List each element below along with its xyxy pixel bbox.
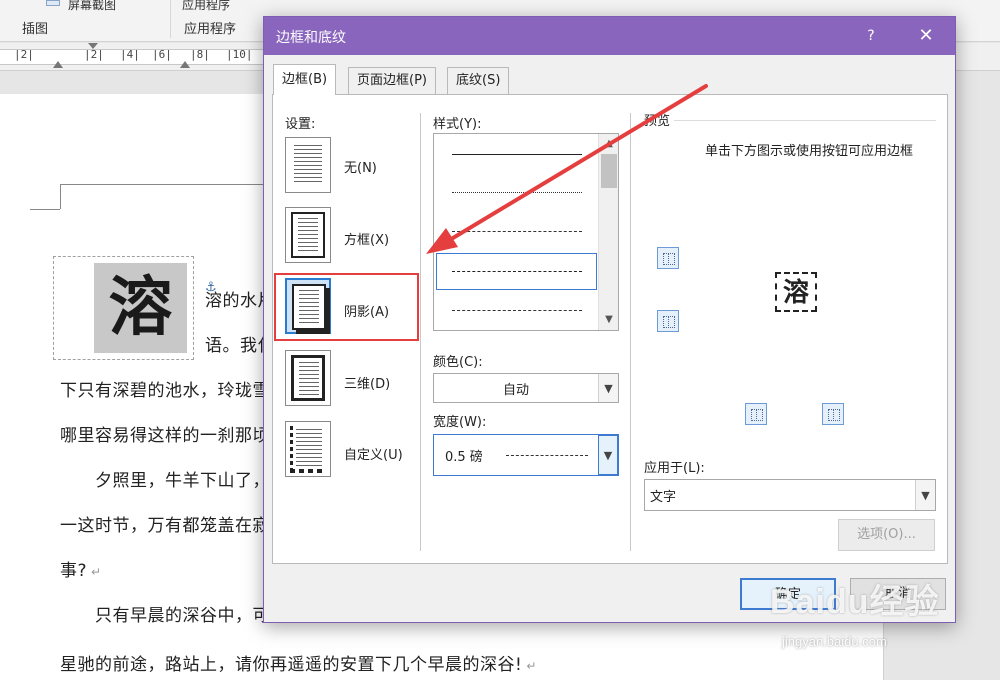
style-scrollbar[interactable]: ▲ ▼ <box>598 134 618 330</box>
paragraph-mark-icon: ↵ <box>91 565 102 579</box>
setting-box-icon <box>285 207 331 263</box>
color-value: 自动 <box>434 374 598 402</box>
setting-3d-label: 三维(D) <box>344 373 390 392</box>
close-button[interactable]: ✕ <box>904 17 948 55</box>
document-line: 事? ↵ <box>60 556 102 581</box>
chevron-down-icon[interactable]: ▼ <box>598 374 618 402</box>
document-line-text: 星驰的前途，路站上，请你再遥遥的安置下几个早晨的深谷! <box>60 655 522 675</box>
setting-3d-icon <box>285 350 331 406</box>
ruler-number: |6| <box>152 48 172 61</box>
width-value: 0.5 磅 <box>445 435 483 475</box>
hanging-indent-marker[interactable] <box>180 61 190 68</box>
ruler-number: |2| <box>84 48 104 61</box>
document-line: 哪里容易得这样的一刹那顷 <box>60 421 270 446</box>
inline-image[interactable]: 溶 <box>94 263 187 353</box>
margin-corner-mark <box>30 209 60 210</box>
scroll-thumb[interactable] <box>601 154 617 188</box>
width-line-sample <box>506 455 588 456</box>
ruler-number: |2| <box>14 48 34 61</box>
scroll-up-icon[interactable]: ▲ <box>599 136 619 152</box>
left-indent-marker[interactable] <box>53 61 63 68</box>
setting-none-label: 无(N) <box>344 157 377 176</box>
style-option-dash-dot[interactable] <box>452 310 582 311</box>
image-character: 溶 <box>94 263 187 353</box>
settings-label: 设置: <box>285 113 315 132</box>
paragraph-mark-icon: ↵ <box>526 659 537 673</box>
watermark-brand: Baidu经验 <box>770 574 939 623</box>
document-line: 星驰的前途，路站上，请你再遥遥的安置下几个早晨的深谷! ↵ <box>60 650 537 675</box>
first-indent-marker[interactable] <box>88 43 98 49</box>
chevron-down-icon[interactable]: ▼ <box>915 480 935 510</box>
ruler-number: |8| <box>190 48 210 61</box>
dialog-titlebar[interactable]: 边框和底纹 ? ✕ <box>264 17 955 55</box>
ribbon-group-illustrations: 插图 <box>22 18 48 37</box>
tab-shading[interactable]: 底纹(S) <box>447 67 509 94</box>
document-line-text: 事? <box>60 561 87 581</box>
style-label: 样式(Y): <box>433 113 481 132</box>
style-option-dash[interactable] <box>452 271 582 272</box>
watermark-url: jingyan.baidu.com <box>782 634 887 649</box>
header-line <box>60 184 270 185</box>
help-button[interactable]: ? <box>854 17 888 55</box>
preview-sample[interactable]: 溶 <box>775 272 817 312</box>
preview-divider <box>674 120 936 121</box>
left-border-button[interactable] <box>745 403 767 425</box>
chevron-down-icon[interactable]: ▼ <box>598 435 618 475</box>
document-line: 只有早晨的深谷中，可 <box>95 601 270 626</box>
column-separator <box>420 113 421 551</box>
setting-none-icon <box>285 137 331 193</box>
preview-hint: 单击下方图示或使用按钮可应用边框 <box>682 142 936 162</box>
setting-box-label: 方框(X) <box>344 229 389 248</box>
document-line: 夕照里，牛羊下山了， <box>95 466 270 491</box>
width-label: 宽度(W): <box>433 411 486 430</box>
ruler-number: |4| <box>120 48 140 61</box>
margin-corner-mark <box>60 184 61 209</box>
style-list[interactable]: ▲ ▼ <box>433 133 619 331</box>
width-select[interactable]: 0.5 磅 ▼ <box>433 434 619 476</box>
dialog-title: 边框和底纹 <box>276 27 346 47</box>
style-option-dotted[interactable] <box>452 192 582 193</box>
color-select[interactable]: 自动 ▼ <box>433 373 619 403</box>
style-option-solid[interactable] <box>452 154 582 155</box>
screenshot-icon <box>46 0 60 6</box>
ribbon-screenshot-button[interactable]: 屏幕截图 <box>68 0 116 13</box>
tab-borders[interactable]: 边框(B) <box>273 64 336 95</box>
image-frame[interactable]: 溶 <box>53 256 194 360</box>
preview-label: 预览 <box>644 110 674 129</box>
top-border-button[interactable] <box>657 247 679 269</box>
ruler-number: |10| <box>226 48 253 61</box>
baidu-watermark: Baidu经验 jingyan.baidu.com <box>770 570 1000 680</box>
bottom-border-button[interactable] <box>657 310 679 332</box>
apply-to-select[interactable]: 文字 ▼ <box>644 479 936 511</box>
setting-custom-label: 自定义(U) <box>344 444 403 463</box>
apply-to-label: 应用于(L): <box>644 457 705 476</box>
setting-custom-icon <box>285 421 331 477</box>
column-separator <box>630 113 631 551</box>
right-border-button[interactable] <box>822 403 844 425</box>
highlight-box <box>274 273 419 341</box>
document-line: 下只有深碧的池水，玲珑雪 <box>60 376 270 401</box>
ribbon-group-apps: 应用程序 <box>184 18 236 37</box>
options-button[interactable]: 选项(O)... <box>838 519 935 551</box>
document-line: 一这时节，万有都笼盖在寂 <box>60 511 270 536</box>
style-option-small-dash[interactable] <box>452 231 582 232</box>
apply-to-value: 文字 <box>650 480 676 510</box>
ribbon-apps-button[interactable]: 应用程序 <box>182 0 230 13</box>
scroll-down-icon[interactable]: ▼ <box>599 312 619 328</box>
color-label: 颜色(C): <box>433 351 483 370</box>
ribbon-separator <box>170 0 171 38</box>
tab-page-border[interactable]: 页面边框(P) <box>348 67 436 94</box>
